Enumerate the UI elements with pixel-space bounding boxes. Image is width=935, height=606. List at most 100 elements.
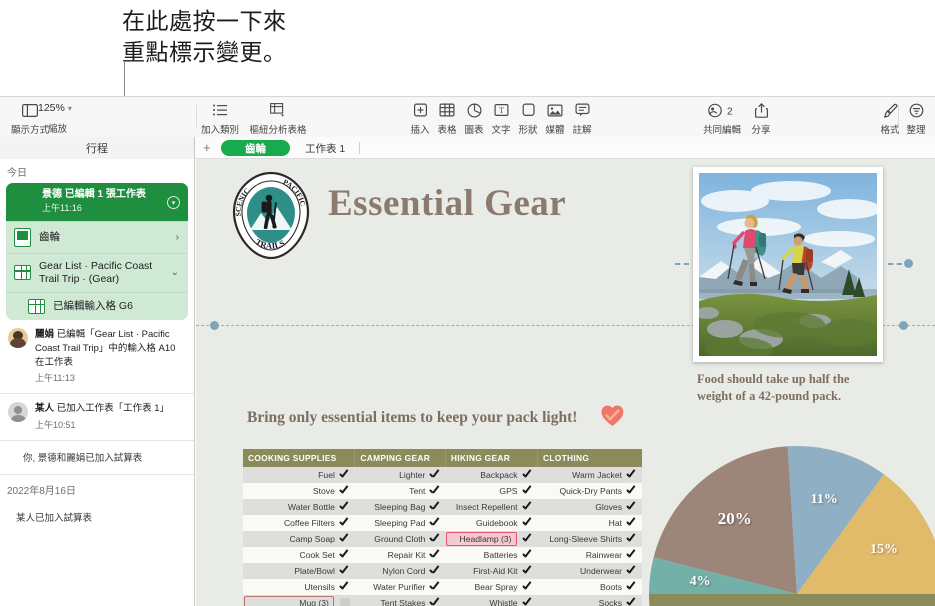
- checkmark-icon[interactable]: [517, 563, 538, 579]
- checkmark-icon[interactable]: [622, 579, 642, 595]
- table-cell-name[interactable]: Rainwear: [537, 547, 622, 563]
- gear-table[interactable]: COOKING SUPPLIES CAMPING GEAR HIKING GEA…: [243, 449, 642, 606]
- table-cell-name[interactable]: Mug (3): [243, 595, 335, 606]
- table-cell-name[interactable]: Nylon Cord: [354, 563, 426, 579]
- checkmark-icon[interactable]: [622, 531, 642, 547]
- checkmark-icon[interactable]: [425, 515, 446, 531]
- activity-entry-plain[interactable]: 某人已加入試算表: [0, 501, 194, 534]
- table-cell-name[interactable]: Plate/Bowl: [243, 563, 335, 579]
- checkmark-icon[interactable]: [517, 547, 538, 563]
- table-cell-name[interactable]: Tent Stakes: [354, 595, 426, 606]
- table-cell-name[interactable]: Ground Cloth: [354, 531, 426, 547]
- activity-entry-plain[interactable]: 你, 景德和麗娟已加入試算表: [0, 441, 194, 476]
- table-cell-name[interactable]: Lighter: [354, 467, 426, 483]
- table-row[interactable]: Utensils Water Purifier Bear Spray Boots: [243, 579, 642, 595]
- table-cell-name[interactable]: Boots: [537, 579, 622, 595]
- checkmark-icon[interactable]: [517, 499, 538, 515]
- checkmark-icon[interactable]: [622, 547, 642, 563]
- checkmark-icon[interactable]: [622, 467, 642, 483]
- table-cell-name[interactable]: Insect Repellent: [445, 499, 518, 515]
- activity-row-sheet[interactable]: 齒輪 ›: [6, 220, 188, 253]
- table-cell-name[interactable]: Water Purifier: [354, 579, 426, 595]
- hikers-photo[interactable]: [693, 167, 883, 362]
- checkmark-icon[interactable]: [334, 547, 355, 563]
- table-cell-name[interactable]: GPS: [445, 483, 518, 499]
- table-cell-name[interactable]: Tent: [354, 483, 426, 499]
- comment-button[interactable]: 註解: [554, 100, 610, 136]
- zoom-control[interactable]: 125% ▾: [38, 102, 72, 114]
- document-title[interactable]: Essential Gear: [328, 182, 566, 225]
- share-button[interactable]: 分享: [733, 100, 789, 136]
- table-row[interactable]: Water Bottle Sleeping Bag Insect Repellent…: [243, 499, 642, 515]
- checkmark-icon[interactable]: [425, 499, 446, 515]
- checkmark-icon[interactable]: [622, 515, 642, 531]
- spreadsheet-canvas[interactable]: SCENIC PACIFIC TRAILS Essential Gear Bri…: [196, 159, 935, 606]
- checkmark-icon[interactable]: [425, 531, 446, 547]
- checkmark-icon[interactable]: [517, 531, 538, 547]
- table-row[interactable]: Plate/Bowl Nylon Cord First-Aid Kit Underwe…: [243, 563, 642, 579]
- selection-handle[interactable]: [904, 259, 913, 268]
- checkmark-icon[interactable]: [517, 595, 538, 606]
- table-row[interactable]: Fuel Lighter Backpack Warm Jacket: [243, 467, 642, 483]
- checkmark-icon[interactable]: [425, 467, 446, 483]
- table-row[interactable]: Cook Set Repair Kit Batteries Rainwear: [243, 547, 642, 563]
- table-cell-name[interactable]: Sleeping Pad: [354, 515, 426, 531]
- checkbox-empty[interactable]: [334, 595, 355, 606]
- table-cell-name[interactable]: Hat: [537, 515, 622, 531]
- chevron-down-icon[interactable]: ⌄: [171, 267, 179, 278]
- tab-gear[interactable]: 齒輪: [221, 140, 290, 156]
- table-row[interactable]: Camp Soap Ground Cloth Headlamp (3) Long-Sl…: [243, 531, 642, 547]
- pivot-table-button[interactable]: 樞紐分析表格: [243, 100, 313, 136]
- checkmark-icon[interactable]: [334, 579, 355, 595]
- document-subtitle[interactable]: Bring only essential items to keep your …: [247, 409, 577, 427]
- activity-row-table[interactable]: Gear List · Pacific Coast Trail Trip · (…: [6, 252, 188, 292]
- activity-entry[interactable]: 某人 已加入工作表「工作表 1」 上午10:51: [0, 394, 194, 442]
- table-row[interactable]: Stove Tent GPS Quick-Dry Pants: [243, 483, 642, 499]
- activity-sidebar[interactable]: 今日 景德 已編輯 1 張工作表 上午11:16 ▾ 齒輪 › Gear Lis…: [0, 159, 195, 606]
- organize-button[interactable]: 整理: [898, 100, 934, 136]
- checkmark-icon[interactable]: [622, 483, 642, 499]
- checkmark-icon[interactable]: [517, 515, 538, 531]
- checkmark-icon[interactable]: [334, 483, 355, 499]
- pie-slice[interactable]: [649, 594, 935, 606]
- table-cell-name[interactable]: First-Aid Kit: [445, 563, 518, 579]
- table-cell-name[interactable]: Water Bottle: [243, 499, 335, 515]
- table-cell-name[interactable]: Camp Soap: [243, 531, 335, 547]
- checkmark-icon[interactable]: [622, 595, 642, 606]
- table-cell-name[interactable]: Socks: [537, 595, 622, 606]
- checkmark-icon[interactable]: [622, 499, 642, 515]
- table-cell-name[interactable]: Guidebook: [445, 515, 518, 531]
- activity-card-header[interactable]: 景德 已編輯 1 張工作表 上午11:16 ▾: [6, 183, 188, 221]
- table-cell-name[interactable]: Headlamp (3): [445, 531, 518, 547]
- checkmark-icon[interactable]: [425, 579, 446, 595]
- checkmark-icon[interactable]: [334, 531, 355, 547]
- checkmark-icon[interactable]: [622, 563, 642, 579]
- table-cell-name[interactable]: Bear Spray: [445, 579, 518, 595]
- add-sheet-button[interactable]: +: [203, 141, 211, 155]
- chevron-down-icon[interactable]: ▾: [167, 196, 180, 209]
- tab-sheet1[interactable]: 工作表 1: [305, 141, 345, 156]
- chevron-right-icon[interactable]: ›: [176, 232, 179, 243]
- table-cell-name[interactable]: Utensils: [243, 579, 335, 595]
- activity-row-cell[interactable]: 已編輯輸入格 G6: [6, 292, 188, 320]
- activity-card[interactable]: 景德 已編輯 1 張工作表 上午11:16 ▾ 齒輪 › Gear List ·…: [6, 183, 188, 320]
- table-cell-name[interactable]: Sleeping Bag: [354, 499, 426, 515]
- table-cell-name[interactable]: Stove: [243, 483, 335, 499]
- table-cell-name[interactable]: Underwear: [537, 563, 622, 579]
- add-category-button[interactable]: 加入類別: [192, 100, 248, 136]
- table-cell-name[interactable]: Quick-Dry Pants: [537, 483, 622, 499]
- checkmark-icon[interactable]: [517, 483, 538, 499]
- table-cell-name[interactable]: Repair Kit: [354, 547, 426, 563]
- table-header-cell[interactable]: CLOTHING: [537, 449, 642, 467]
- activity-entry[interactable]: 麗娟 已編輯「Gear List · Pacific Coast Trail T…: [0, 320, 194, 395]
- table-cell-name[interactable]: Coffee Filters: [243, 515, 335, 531]
- table-cell-name[interactable]: Long-Sleeve Shirts: [537, 531, 622, 547]
- checkmark-icon[interactable]: [334, 563, 355, 579]
- pie-chart[interactable]: 50%4%20%11%15%: [647, 444, 935, 606]
- table-cell-name[interactable]: Cook Set: [243, 547, 335, 563]
- table-cell-name[interactable]: Whistle: [445, 595, 518, 606]
- table-cell-name[interactable]: Gloves: [537, 499, 622, 515]
- table-cell-name[interactable]: Backpack: [445, 467, 518, 483]
- table-row[interactable]: Coffee Filters Sleeping Pad Guidebook Hat: [243, 515, 642, 531]
- checkmark-icon[interactable]: [334, 515, 355, 531]
